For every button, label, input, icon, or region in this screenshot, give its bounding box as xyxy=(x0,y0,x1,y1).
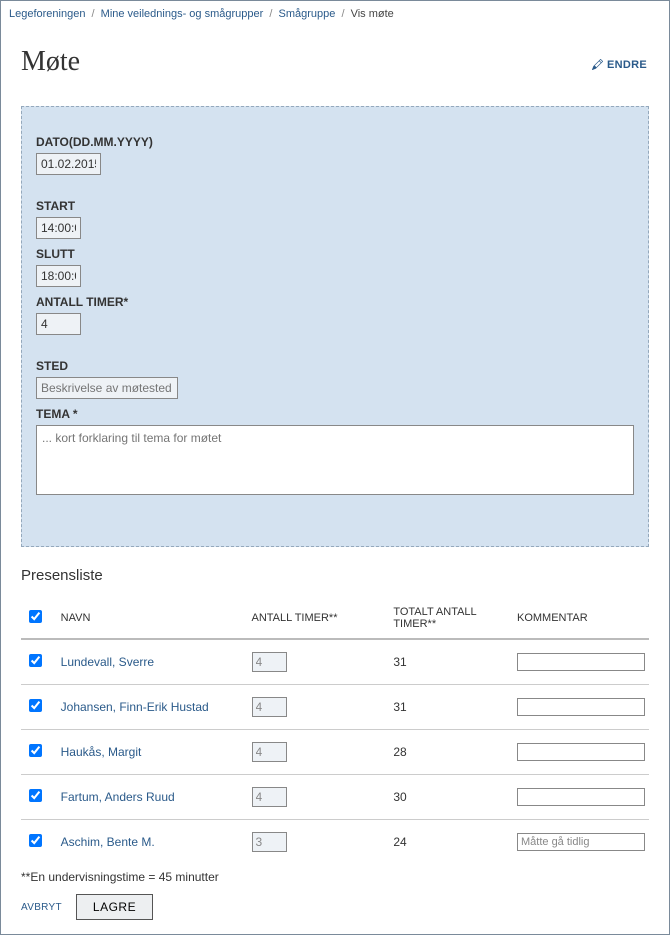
cancel-button[interactable]: AVBRYT xyxy=(21,902,62,913)
tema-label: TEMA * xyxy=(36,407,634,421)
sted-label: STED xyxy=(36,359,634,373)
breadcrumb-sep: / xyxy=(89,8,98,20)
breadcrumb-current: Vis møte xyxy=(351,8,394,20)
table-row: Johansen, Finn-Erik Hustad 31 xyxy=(21,685,649,730)
edit-button[interactable]: ENDRE xyxy=(592,59,647,71)
hours-input[interactable] xyxy=(252,787,287,807)
comment-input[interactable] xyxy=(517,743,645,761)
comment-input[interactable] xyxy=(517,788,645,806)
table-row: Aschim, Bente M. 24 xyxy=(21,820,649,865)
sted-input[interactable] xyxy=(36,377,178,399)
comment-input[interactable] xyxy=(517,653,645,671)
total-hours: 28 xyxy=(365,730,513,775)
hours-input[interactable] xyxy=(252,742,287,762)
breadcrumb-link-1[interactable]: Mine veilednings- og smågrupper xyxy=(101,8,264,20)
person-link[interactable]: Aschim, Bente M. xyxy=(61,835,155,849)
row-checkbox[interactable] xyxy=(29,789,42,802)
breadcrumb-sep: / xyxy=(338,8,347,20)
row-checkbox[interactable] xyxy=(29,699,42,712)
col-navn: NAVN xyxy=(57,596,248,639)
row-checkbox[interactable] xyxy=(29,654,42,667)
pencil-icon xyxy=(592,59,603,70)
person-link[interactable]: Fartum, Anders Ruud xyxy=(61,790,175,804)
presens-heading: Presensliste xyxy=(21,567,649,584)
form-panel: DATO(DD.MM.YYYY) START SLUTT ANTALL TIME… xyxy=(21,106,649,547)
comment-input[interactable] xyxy=(517,698,645,716)
col-totalt: TOTALT ANTALL TIMER** xyxy=(365,596,513,639)
total-hours: 24 xyxy=(365,820,513,865)
presens-table: NAVN ANTALL TIMER** TOTALT ANTALL TIMER*… xyxy=(21,596,649,864)
breadcrumb-link-2[interactable]: Smågruppe xyxy=(279,8,336,20)
antall-label: ANTALL TIMER* xyxy=(36,295,634,309)
total-hours: 31 xyxy=(365,639,513,685)
row-checkbox[interactable] xyxy=(29,834,42,847)
dato-input[interactable] xyxy=(36,153,101,175)
person-link[interactable]: Lundevall, Sverre xyxy=(61,655,154,669)
table-row: Fartum, Anders Ruud 30 xyxy=(21,775,649,820)
table-row: Haukås, Margit 28 xyxy=(21,730,649,775)
hours-input[interactable] xyxy=(252,832,287,852)
hours-input[interactable] xyxy=(252,652,287,672)
person-link[interactable]: Johansen, Finn-Erik Hustad xyxy=(61,700,209,714)
slutt-label: SLUTT xyxy=(36,247,634,261)
start-input[interactable] xyxy=(36,217,81,239)
breadcrumb: Legeforeningen / Mine veilednings- og sm… xyxy=(1,1,669,26)
edit-button-label: ENDRE xyxy=(607,59,647,71)
col-antall: ANTALL TIMER** xyxy=(248,596,366,639)
hours-note: **En undervisningstime = 45 minutter xyxy=(21,864,649,894)
hours-input[interactable] xyxy=(252,697,287,717)
dato-label: DATO(DD.MM.YYYY) xyxy=(36,135,634,149)
row-checkbox[interactable] xyxy=(29,744,42,757)
page-title: Møte xyxy=(21,46,80,78)
table-row: Lundevall, Sverre 31 xyxy=(21,639,649,685)
total-hours: 31 xyxy=(365,685,513,730)
tema-input[interactable] xyxy=(36,425,634,495)
col-kommentar: KOMMENTAR xyxy=(513,596,649,639)
slutt-input[interactable] xyxy=(36,265,81,287)
save-button[interactable]: LAGRE xyxy=(76,894,153,920)
comment-input[interactable] xyxy=(517,833,645,851)
select-all-checkbox[interactable] xyxy=(29,610,42,623)
breadcrumb-link-0[interactable]: Legeforeningen xyxy=(9,8,85,20)
breadcrumb-sep: / xyxy=(266,8,275,20)
antall-input[interactable] xyxy=(36,313,81,335)
person-link[interactable]: Haukås, Margit xyxy=(61,745,142,759)
total-hours: 30 xyxy=(365,775,513,820)
start-label: START xyxy=(36,199,634,213)
